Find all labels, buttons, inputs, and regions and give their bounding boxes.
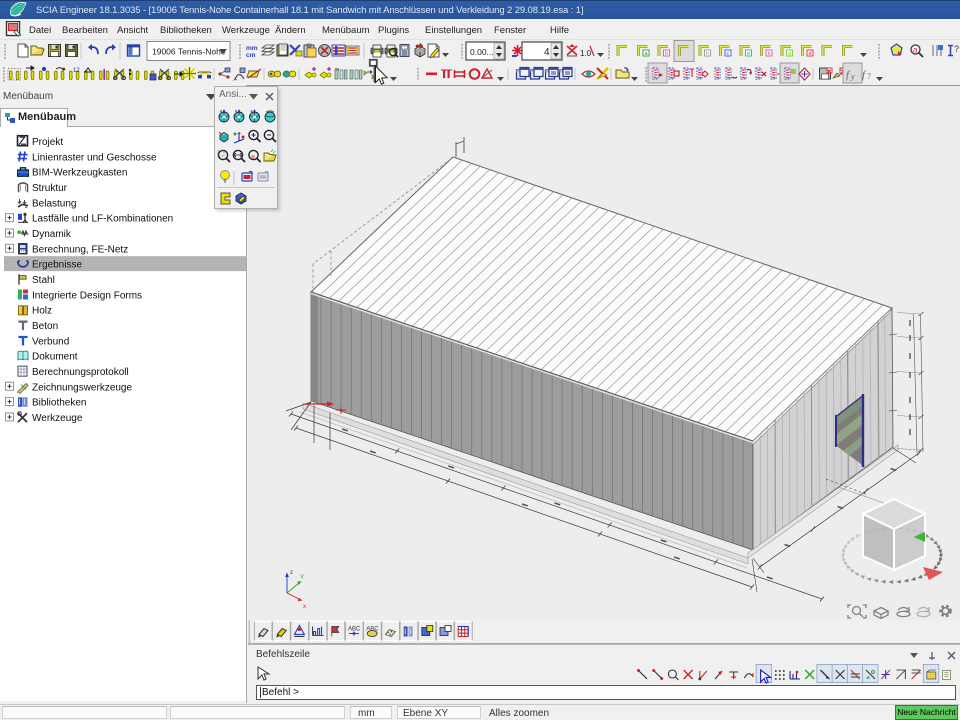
svg-text:z: z (290, 570, 293, 576)
svg-text:Ergebnisse: Ergebnisse (32, 260, 82, 271)
svg-text:Stahl: Stahl (32, 275, 55, 286)
svg-text:Integrierte Design Forms: Integrierte Design Forms (32, 290, 142, 301)
svg-text:cm: cm (246, 52, 256, 59)
svg-text:h: h (706, 51, 709, 57)
svg-text:?: ? (954, 44, 959, 54)
svg-text:g: g (788, 51, 791, 57)
svg-text:Berechnung, FE-Netz: Berechnung, FE-Netz (32, 244, 128, 255)
svg-text:ABC: ABC (348, 627, 361, 633)
svg-text:Werkzeuge: Werkzeuge (32, 413, 83, 424)
svg-text:Linienraster und Geschosse: Linienraster und Geschosse (32, 152, 157, 163)
svg-text:Belastung: Belastung (32, 198, 76, 209)
svg-text:a: a (913, 46, 918, 55)
svg-text:Lastfälle und LF-Kombinationen: Lastfälle und LF-Kombinationen (32, 214, 173, 225)
svg-text:19006 Tennis-Nohe: 19006 Tennis-Nohe (152, 47, 226, 57)
svg-text:b: b (768, 51, 771, 57)
svg-text:c: c (727, 51, 730, 57)
svg-text:y: y (850, 72, 855, 81)
svg-text:0.00...: 0.00... (470, 47, 494, 57)
svg-text:Beton: Beton (32, 321, 58, 332)
svg-text:Zeichnungswerkzeuge: Zeichnungswerkzeuge (32, 382, 132, 393)
svg-text:Struktur: Struktur (32, 183, 68, 194)
svg-text:Y: Y (300, 575, 304, 581)
svg-text:1.0: 1.0 (580, 49, 592, 58)
svg-text:b: b (665, 51, 668, 57)
svg-text:Bibliotheken: Bibliotheken (32, 398, 86, 409)
svg-text:Dokument: Dokument (32, 352, 78, 363)
svg-text:Berechnungsprotokoll: Berechnungsprotokoll (32, 367, 129, 378)
svg-text:4: 4 (544, 47, 550, 58)
svg-text:12: 12 (73, 68, 80, 74)
svg-text:Verbund: Verbund (32, 336, 69, 347)
svg-text:e: e (747, 51, 750, 57)
svg-text:x: x (303, 604, 306, 610)
svg-text:Dynamik: Dynamik (32, 229, 72, 240)
svg-text:d: d (809, 51, 812, 57)
svg-text:Holz: Holz (32, 306, 52, 317)
svg-text:mm: mm (246, 45, 258, 52)
svg-text:7: 7 (867, 72, 871, 81)
svg-text:Projekt: Projekt (32, 137, 63, 148)
svg-text:BIM-Werkzeugkasten: BIM-Werkzeugkasten (32, 168, 127, 179)
